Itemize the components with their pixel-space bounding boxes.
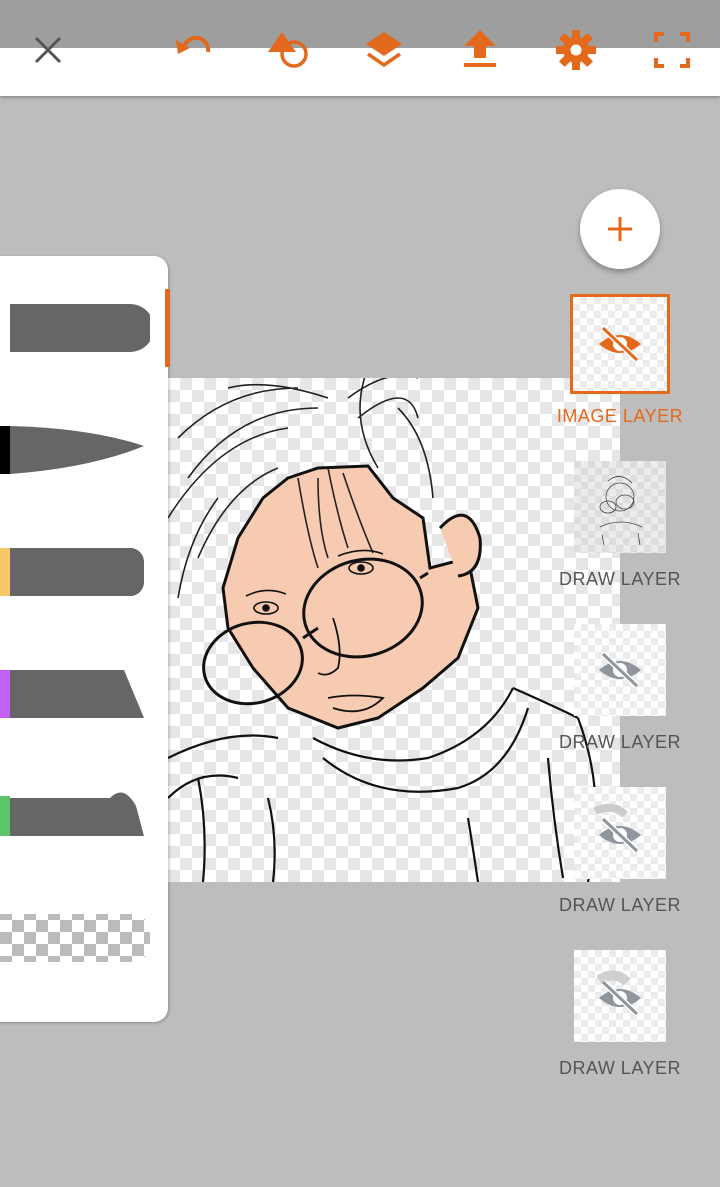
brush-taper[interactable]	[0, 786, 150, 846]
upload-icon	[464, 30, 496, 67]
artwork	[168, 378, 598, 882]
upload-button[interactable]	[452, 22, 508, 78]
active-brush-indicator	[165, 289, 170, 367]
gear-icon	[556, 30, 596, 70]
eye-off-icon	[596, 970, 641, 1017]
layer-label-3: DRAW LAYER	[558, 895, 682, 915]
layer-label-1: DRAW LAYER	[558, 569, 682, 589]
eye-off-icon	[593, 803, 641, 854]
brush-flat[interactable]	[0, 298, 150, 358]
layer-thumb-image[interactable]	[570, 294, 670, 394]
close-button[interactable]	[20, 22, 76, 78]
layer-label-0: IMAGE LAYER	[556, 406, 684, 426]
brush-round[interactable]	[0, 542, 150, 602]
brush-chisel[interactable]	[0, 664, 150, 724]
close-icon	[34, 36, 62, 64]
fullscreen-icon	[654, 32, 690, 68]
brush-panel	[0, 256, 168, 1022]
layers-icon	[366, 32, 402, 68]
layer-label-4: DRAW LAYER	[558, 1058, 682, 1078]
layer-thumb-draw-4[interactable]	[574, 950, 666, 1042]
top-toolbar	[0, 0, 720, 96]
layer-thumb-draw-2[interactable]	[574, 624, 666, 716]
undo-button[interactable]	[164, 22, 220, 78]
drawing-canvas[interactable]	[168, 378, 620, 882]
layer-thumb-draw-1[interactable]	[574, 461, 666, 553]
layer-thumb-draw-3[interactable]	[574, 787, 666, 879]
brush-pointed[interactable]	[0, 420, 150, 480]
shape-fill-icon	[268, 32, 308, 68]
layers-button[interactable]	[356, 22, 412, 78]
add-layer-button[interactable]	[580, 189, 660, 269]
fullscreen-button[interactable]	[644, 22, 700, 78]
brush-eraser[interactable]	[0, 908, 150, 968]
shape-fill-button[interactable]	[260, 22, 316, 78]
undo-icon	[176, 35, 211, 54]
eye-off-icon	[599, 651, 641, 689]
settings-button[interactable]	[548, 22, 604, 78]
eye-off-icon	[599, 325, 641, 363]
sketch-preview	[599, 476, 643, 546]
plus-icon	[608, 217, 632, 241]
layer-label-2: DRAW LAYER	[558, 732, 682, 752]
